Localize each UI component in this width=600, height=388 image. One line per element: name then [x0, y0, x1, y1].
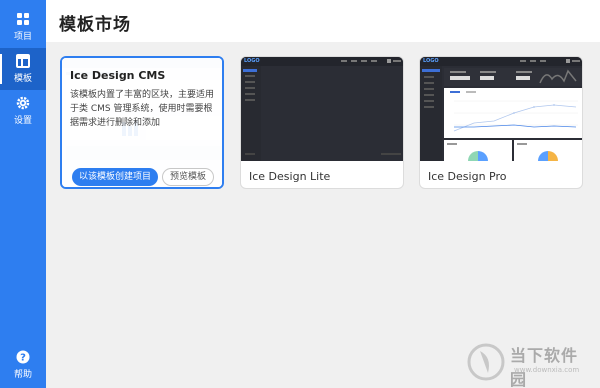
page-title: 模板市场	[59, 15, 131, 35]
grid-icon	[17, 13, 29, 25]
template-name: Ice Design Lite	[249, 170, 331, 183]
template-name: Ice Design Pro	[428, 170, 507, 183]
help-icon: ?	[16, 350, 30, 364]
template-card-pro[interactable]: LOGO Ice Design Pro	[419, 56, 583, 189]
template-thumbnail: LOGO	[420, 57, 582, 161]
template-name: Ice Design CMS	[70, 69, 166, 82]
sidebar-item-templates[interactable]: 模板	[0, 48, 46, 90]
watermark-url: www.downxia.com	[514, 366, 580, 374]
sidebar-item-settings[interactable]: 设置	[0, 90, 46, 132]
watermark-logo-icon	[467, 343, 505, 381]
sidebar-item-help[interactable]: ? 帮助	[0, 344, 46, 386]
sidebar-item-projects[interactable]: 项目	[0, 6, 46, 48]
create-project-button[interactable]: 以该模板创建项目	[72, 168, 158, 186]
sidebar: 项目 模板 设置 ? 帮助	[0, 0, 46, 388]
template-thumbnail: LOGO	[241, 57, 403, 161]
watermark: 当下软件园 www.downxia.com	[464, 340, 594, 388]
sidebar-item-label: 模板	[13, 74, 32, 84]
gear-icon	[16, 96, 30, 110]
watermark-text: 当下软件园	[510, 346, 579, 388]
sidebar-item-label: 设置	[13, 116, 32, 126]
sidebar-item-label: 帮助	[13, 370, 32, 380]
layout-icon	[16, 54, 30, 68]
sidebar-item-label: 项目	[13, 32, 32, 42]
svg-text:?: ?	[20, 353, 26, 364]
header: 模板市场	[46, 0, 600, 42]
template-card-cms[interactable]: Ice Design CMS 该模板内置了丰富的区块，主要适用于类 CMS 管理…	[60, 56, 224, 189]
template-description: 该模板内置了丰富的区块，主要适用于类 CMS 管理系统，使用时需要根据需求进行删…	[70, 90, 215, 128]
template-card-lite[interactable]: LOGO Ice Design Lite	[240, 56, 404, 189]
preview-template-button[interactable]: 预览模板	[162, 168, 214, 186]
